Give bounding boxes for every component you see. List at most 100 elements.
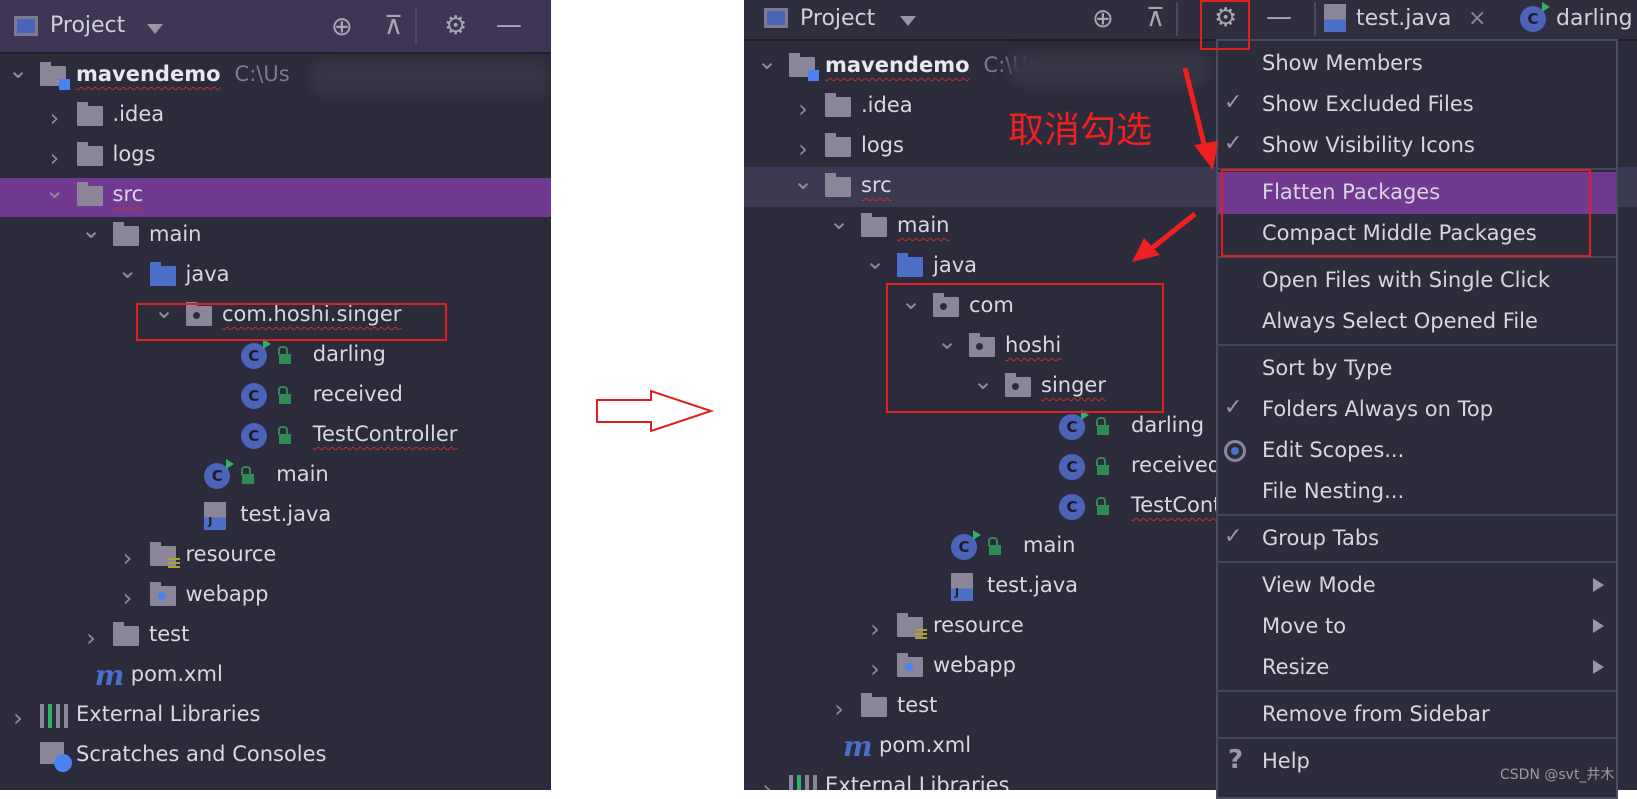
project-options-menu: Show Members ✓ Show Excluded Files ✓ Show Vi… [1216,39,1618,799]
tree-item[interactable]: › .idea [0,96,551,136]
project-toolbar: Project ⊕ ⊼ ⚙ — test.java × C darling [744,0,1637,41]
tree-item[interactable]: ⌄ java [0,256,551,296]
tree-item[interactable]: ⌄ main [0,216,551,256]
tree-item[interactable]: › logs [0,136,551,176]
menu-item[interactable]: ✓ Show Excluded Files [1218,84,1616,126]
tree-item[interactable]: Scratches and Consoles [0,736,551,776]
menu-item[interactable]: Sort by Type [1218,348,1616,390]
java-file-icon: J [204,502,227,530]
chevron-right-icon[interactable]: › [865,615,885,643]
menu-item[interactable]: Resize [1218,647,1616,689]
tree-item-label: src [861,173,892,197]
runnable-class-icon: C [1059,410,1089,440]
item-name: main [149,222,202,246]
chevron-right-icon[interactable]: › [757,775,777,790]
watermark: CSDN @svt_井木 [1500,767,1615,783]
tree-item[interactable]: C TestController [0,416,551,456]
project-view-title[interactable]: Project [800,6,875,31]
menu-item[interactable]: View Mode [1218,565,1616,607]
item-name: External Libraries [825,773,1010,790]
source-folder-icon [897,253,923,277]
chevron-down-icon[interactable]: ⌄ [829,207,849,235]
menu-item[interactable]: Edit Scopes... [1218,430,1616,472]
chevron-right-icon[interactable]: › [118,544,138,572]
tree-item[interactable]: Creceived [0,376,551,416]
public-lock-icon [277,386,291,404]
menu-item-label: Group Tabs [1262,526,1380,550]
chevron-right-icon[interactable]: › [45,144,65,172]
chevron-down-icon[interactable]: ⌄ [793,167,813,195]
menu-item[interactable]: Show Members [1218,43,1616,85]
tree-item[interactable]: › webapp [0,576,551,616]
chevron-down-icon[interactable]: ⌄ [757,47,777,75]
chevron-right-icon[interactable]: › [45,104,65,132]
chevron-right-icon[interactable]: › [118,584,138,612]
tree-item-label: main [276,462,328,486]
chevron-down-icon[interactable]: ⌄ [81,216,101,244]
chevron-right-icon[interactable]: › [793,95,813,123]
runnable-class-icon: C [204,459,235,489]
java-file-icon [1324,4,1346,32]
chevron-right-icon[interactable]: › [8,704,28,732]
menu-item[interactable]: ✓ Group Tabs [1218,518,1616,560]
tree-item[interactable]: › External Libraries [0,696,551,736]
minimize-icon[interactable]: — [496,12,522,38]
tree-item[interactable]: Jtest.java [0,496,551,536]
tree-item[interactable]: ⌄ src [0,176,551,216]
chevron-down-icon[interactable]: ⌄ [8,56,28,84]
item-name: .idea [112,102,165,126]
tree-item-label: main [1023,533,1075,557]
minimize-icon[interactable]: — [1266,4,1292,30]
tree-item-label: test [897,693,937,717]
locate-icon[interactable]: ⊕ [1092,6,1114,32]
checkmark-icon: ✓ [1224,395,1243,420]
tree-item[interactable]: › resource [0,536,551,576]
tree-item-label: TestCont [1131,493,1221,517]
project-view-title[interactable]: Project [50,13,125,38]
annotation-box-flattened-package [136,303,447,341]
chevron-right-icon[interactable]: › [793,135,813,163]
tree-item-label: received [1131,453,1221,477]
menu-item[interactable]: ✓ Show Visibility Icons [1218,125,1616,167]
menu-item-label: View Mode [1262,573,1376,597]
menu-item-label: Show Members [1262,51,1423,75]
item-name: mavendemo [825,53,970,77]
chevron-down-icon[interactable]: ⌄ [118,256,138,284]
menu-item[interactable]: Remove from Sidebar [1218,694,1616,736]
menu-item[interactable]: Open Files with Single Click [1218,260,1616,302]
close-tab-icon[interactable]: × [1468,6,1486,31]
menu-item[interactable]: ✓ Folders Always on Top [1218,389,1616,431]
gear-icon[interactable]: ⚙ [444,13,467,39]
chevron-right-icon[interactable]: › [829,695,849,723]
public-lock-icon [1096,417,1109,435]
libraries-icon [40,704,68,728]
locate-icon[interactable]: ⊕ [331,14,353,40]
menu-item-label: Move to [1262,614,1347,638]
item-name: TestController [312,422,458,446]
tree-item[interactable]: › test [0,616,551,656]
menu-separator [1218,690,1616,692]
menu-separator [1218,514,1616,516]
collapse-all-icon[interactable]: ⊼ [384,13,403,39]
checkmark-icon: ✓ [1224,524,1243,549]
redacted-path [310,60,550,96]
chevron-down-icon[interactable] [147,24,163,34]
tab-label: test.java [1356,6,1452,31]
tree-item[interactable]: m pom.xml [0,656,551,696]
chevron-down-icon[interactable]: ⌄ [865,247,885,275]
submenu-arrow-icon [1593,660,1604,674]
chevron-right-icon[interactable]: › [865,655,885,683]
class-icon: C [240,423,267,449]
menu-item-label: Remove from Sidebar [1262,702,1490,726]
tree-item-label: darling [313,342,386,366]
menu-item[interactable]: File Nesting... [1218,471,1616,513]
chevron-down-icon[interactable] [900,16,916,26]
tree-item-label: test [149,622,189,646]
tree-item[interactable]: Cdarling [0,336,551,376]
tree-item[interactable]: Cmain [0,456,551,496]
chevron-right-icon[interactable]: › [81,624,101,652]
collapse-all-icon[interactable]: ⊼ [1146,5,1165,31]
chevron-down-icon[interactable]: ⌄ [45,176,65,204]
menu-item[interactable]: Always Select Opened File [1218,301,1616,343]
menu-item[interactable]: Move to [1218,606,1616,648]
